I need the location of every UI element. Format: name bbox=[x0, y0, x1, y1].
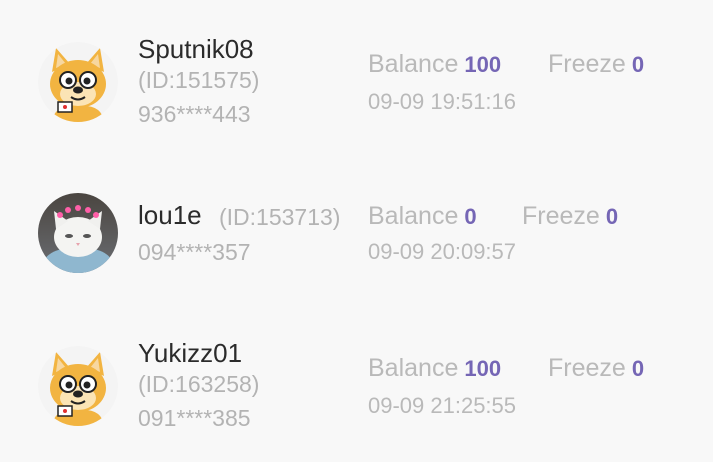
balance-value: 0 bbox=[464, 204, 477, 229]
user-name: Yukizz01 bbox=[138, 338, 243, 368]
user-row[interactable]: Sputnik08 (ID:151575) 936****443 Balance… bbox=[0, 0, 713, 150]
balance-value: 100 bbox=[464, 356, 502, 381]
freeze-stat: Freeze 0 bbox=[522, 202, 618, 231]
balance-stat: Balance 100 bbox=[368, 354, 501, 383]
balance-value: 100 bbox=[464, 52, 502, 77]
user-row[interactable]: lou1e (ID:153713) 094****357 Balance 0 Fr… bbox=[0, 150, 713, 300]
freeze-label: Freeze bbox=[548, 50, 626, 78]
balance-stat: Balance 0 bbox=[368, 202, 477, 231]
freeze-value: 0 bbox=[631, 52, 645, 77]
timestamp: 09-09 19:51:16 bbox=[368, 89, 517, 114]
user-name: Sputnik08 bbox=[138, 34, 254, 64]
user-phone: 094****357 bbox=[138, 239, 251, 265]
user-name: lou1e bbox=[138, 200, 202, 230]
user-phone: 936****443 bbox=[138, 101, 251, 127]
balance-stat: Balance 100 bbox=[368, 50, 501, 79]
user-id: (ID:163258) bbox=[138, 371, 260, 397]
balance-label: Balance bbox=[368, 202, 459, 230]
cat-avatar[interactable] bbox=[38, 193, 118, 273]
doge-avatar[interactable] bbox=[38, 42, 118, 122]
timestamp: 09-09 21:25:55 bbox=[368, 393, 517, 418]
user-id: (ID:151575) bbox=[138, 67, 260, 93]
freeze-label: Freeze bbox=[522, 202, 600, 230]
doge-avatar[interactable] bbox=[38, 346, 118, 426]
user-id: (ID:153713) bbox=[219, 204, 341, 230]
timestamp: 09-09 20:09:57 bbox=[368, 239, 517, 264]
balance-label: Balance bbox=[368, 354, 459, 382]
freeze-stat: Freeze 0 bbox=[548, 50, 644, 79]
freeze-label: Freeze bbox=[548, 354, 626, 382]
freeze-stat: Freeze 0 bbox=[548, 354, 644, 383]
balance-label: Balance bbox=[368, 50, 459, 78]
freeze-value: 0 bbox=[631, 356, 645, 381]
freeze-value: 0 bbox=[605, 204, 619, 229]
user-phone: 091****385 bbox=[138, 405, 251, 431]
user-row[interactable]: Yukizz01 (ID:163258) 091****385 Balance 1… bbox=[0, 300, 713, 450]
